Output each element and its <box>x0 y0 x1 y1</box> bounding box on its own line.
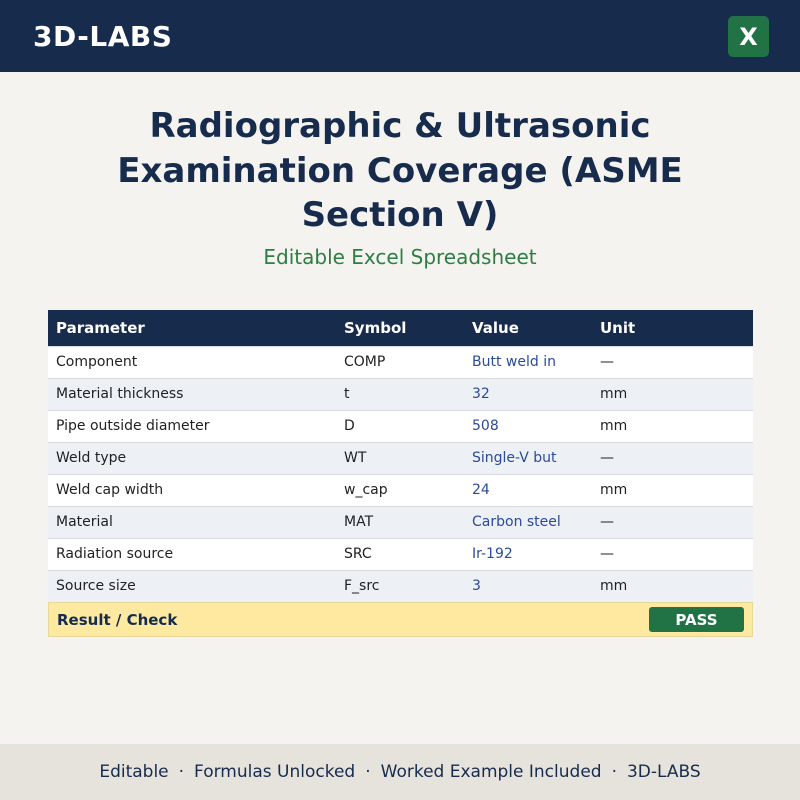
table-row: Component COMP Butt weld in — <box>48 345 753 378</box>
footer-separator: · <box>365 762 371 782</box>
parameters-table: Parameter Symbol Value Unit Component CO… <box>48 310 753 602</box>
symbol-cell: t <box>336 377 464 410</box>
unit-cell: — <box>592 441 753 474</box>
footer-item-editable: Editable <box>99 762 169 782</box>
brand-logo: 3D-LABS <box>33 20 173 53</box>
column-header-unit: Unit <box>592 310 753 346</box>
column-header-value: Value <box>464 310 592 346</box>
table-row: Pipe outside diameter D 508 mm <box>48 409 753 442</box>
value-cell[interactable]: Ir-192 <box>464 537 592 570</box>
value-cell[interactable]: Carbon steel <box>464 505 592 538</box>
result-check-row: Result / Check PASS <box>48 602 753 637</box>
symbol-cell: MAT <box>336 505 464 538</box>
footer-item-formulas-unlocked: Formulas Unlocked <box>194 762 356 782</box>
value-cell[interactable]: 3 <box>464 569 592 602</box>
unit-cell: mm <box>592 473 753 506</box>
table-header-row: Parameter Symbol Value Unit <box>48 310 753 346</box>
unit-cell: — <box>592 537 753 570</box>
footer-separator: · <box>178 762 185 782</box>
parameter-cell: Material thickness <box>48 377 336 410</box>
unit-cell: mm <box>592 409 753 442</box>
symbol-cell: D <box>336 409 464 442</box>
table-row: Weld type WT Single-V but — <box>48 441 753 474</box>
table-row: Source size F_src 3 mm <box>48 569 753 602</box>
parameter-cell: Weld type <box>48 441 336 474</box>
value-cell[interactable]: Single-V but <box>464 441 592 474</box>
footer-separator: · <box>611 762 617 782</box>
symbol-cell: WT <box>336 441 464 474</box>
parameter-cell: Component <box>48 345 336 378</box>
value-cell[interactable]: 508 <box>464 409 592 442</box>
status-badge: PASS <box>649 607 744 632</box>
value-cell[interactable]: 24 <box>464 473 592 506</box>
page-subtitle: Editable Excel Spreadsheet <box>263 245 537 269</box>
symbol-cell: F_src <box>336 569 464 602</box>
footer-item-brand: 3D-LABS <box>626 762 701 782</box>
table-row: Weld cap width w_cap 24 mm <box>48 473 753 506</box>
table-row: Material MAT Carbon steel — <box>48 505 753 538</box>
symbol-cell: SRC <box>336 537 464 570</box>
table-row: Material thickness t 32 mm <box>48 377 753 410</box>
table-row: Radiation source SRC Ir-192 — <box>48 537 753 570</box>
unit-cell: — <box>592 345 753 378</box>
parameter-cell: Material <box>48 505 336 538</box>
value-cell[interactable]: 32 <box>464 377 592 410</box>
parameter-cell: Radiation source <box>48 537 336 570</box>
parameter-cell: Source size <box>48 569 336 602</box>
top-bar: 3D-LABS X <box>0 0 800 72</box>
symbol-cell: w_cap <box>336 473 464 506</box>
footer-item-worked-example: Worked Example Included <box>380 762 602 782</box>
parameter-cell: Weld cap width <box>48 473 336 506</box>
result-check-label: Result / Check <box>57 611 178 629</box>
excel-icon: X <box>728 16 769 57</box>
unit-cell: mm <box>592 377 753 410</box>
unit-cell: mm <box>592 569 753 602</box>
column-header-symbol: Symbol <box>336 310 464 346</box>
value-cell[interactable]: Butt weld in <box>464 345 592 378</box>
column-header-parameter: Parameter <box>48 310 336 346</box>
unit-cell: — <box>592 505 753 538</box>
page-title: Radiographic & Ultrasonic Examination Co… <box>117 106 683 235</box>
footer-bar: Editable · Formulas Unlocked · Worked Ex… <box>0 744 800 800</box>
symbol-cell: COMP <box>336 345 464 378</box>
parameter-cell: Pipe outside diameter <box>48 409 336 442</box>
